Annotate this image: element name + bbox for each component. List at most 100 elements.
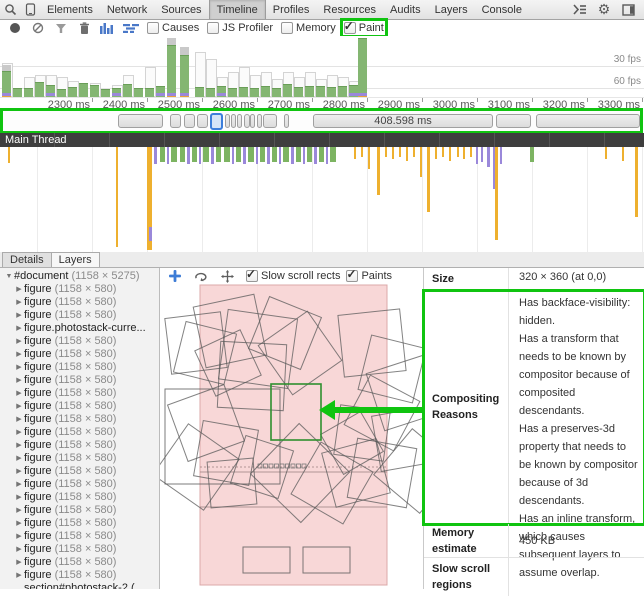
checkbox-box[interactable] [344,22,356,34]
tree-item-figure[interactable]: ▶figure (1158 × 580) [0,283,159,296]
frame-item[interactable] [231,114,236,128]
console-drawer-icon[interactable] [568,4,592,15]
tab-sources[interactable]: Sources [154,0,208,19]
tree-item-figure[interactable]: ▶figure (1158 × 580) [0,504,159,517]
tab-timeline[interactable]: Timeline [209,0,266,19]
tree-item-figure[interactable]: ▶figure (1158 × 580) [0,309,159,322]
checkbox-paint[interactable]: Paint [344,22,384,34]
tree-item-figure[interactable]: ▶figure (1158 × 580) [0,387,159,400]
filter-button[interactable] [53,23,69,34]
tab-console[interactable]: Console [475,0,529,19]
expand-arrow-icon[interactable]: ▶ [14,530,24,543]
frame-item[interactable] [210,113,223,130]
tree-item-figure[interactable]: ▶figure (1158 × 580) [0,335,159,348]
checkbox-box[interactable] [346,270,358,282]
tree-item-section#photostack-2...[interactable]: section#photostack-2 (... [0,582,159,589]
rotate-mode-icon[interactable] [194,271,208,282]
tree-item-figure[interactable]: ▶figure (1158 × 580) [0,543,159,556]
frame-item[interactable] [257,114,262,128]
expand-arrow-icon[interactable]: ▶ [14,387,24,400]
expand-arrow-icon[interactable]: ▶ [14,413,24,426]
frame-item[interactable] [496,114,531,128]
tree-item-figure[interactable]: ▶figure (1158 × 580) [0,452,159,465]
tree-item-figure[interactable]: ▶figure (1158 × 580) [0,374,159,387]
move-mode-icon[interactable] [220,270,234,283]
device-mode-icon[interactable] [20,0,40,19]
expand-arrow-icon[interactable]: ▶ [14,426,24,439]
frame-item[interactable] [184,114,195,128]
expand-arrow-icon[interactable]: ▶ [14,491,24,504]
tree-item-#document[interactable]: ▼#document (1158 × 5275) [0,270,159,283]
tree-item-figure[interactable]: ▶figure (1158 × 580) [0,491,159,504]
timeline-overview[interactable]: 30 fps 60 fps [0,36,644,97]
expand-arrow-icon[interactable]: ▶ [14,322,24,335]
layer-visualization[interactable] [160,284,423,589]
expand-arrow-icon[interactable]: ▶ [14,569,24,582]
expand-arrow-icon[interactable]: ▶ [14,296,24,309]
main-thread-flame-chart[interactable] [0,147,644,253]
checkbox-box[interactable] [281,22,293,34]
tree-item-figure[interactable]: ▶figure (1158 × 580) [0,465,159,478]
tab-network[interactable]: Network [100,0,154,19]
expand-arrow-icon[interactable]: ▶ [14,400,24,413]
flame-chart-view-icon[interactable] [122,23,140,34]
frame-item-labeled[interactable]: 408.598 ms [313,114,493,128]
expand-arrow-icon[interactable]: ▶ [14,452,24,465]
tab-profiles[interactable]: Profiles [266,0,317,19]
tab-audits[interactable]: Audits [383,0,428,19]
expand-arrow-icon[interactable]: ▶ [14,348,24,361]
checkbox-box[interactable] [246,270,258,282]
tree-item-figure[interactable]: ▶figure (1158 × 580) [0,296,159,309]
expand-arrow-icon[interactable]: ▶ [14,543,24,556]
tab-layers[interactable]: Layers [428,0,475,19]
frames-strip[interactable]: 408.598 ms [3,111,640,131]
clear-button[interactable] [30,22,46,34]
inspect-element-icon[interactable] [0,0,20,19]
tree-item-figure[interactable]: ▶figure (1158 × 580) [0,361,159,374]
frame-item[interactable] [250,114,255,128]
settings-gear-icon[interactable]: ⚙ [592,1,616,18]
expand-arrow-icon[interactable]: ▶ [14,283,24,296]
frame-item[interactable] [197,114,208,128]
garbage-collect-icon[interactable] [76,22,92,35]
expand-arrow-icon[interactable]: ▶ [14,465,24,478]
tree-item-figure[interactable]: ▶figure (1158 × 580) [0,413,159,426]
tree-item-figure[interactable]: ▶figure (1158 × 580) [0,400,159,413]
tree-item-figure[interactable]: ▶figure (1158 × 580) [0,569,159,582]
tree-item-figure.photostack-curre...[interactable]: ▶figure.photostack-curre... [0,322,159,335]
checkbox-slow-scroll-rects[interactable]: Slow scroll rects [246,270,340,282]
layer-tree[interactable]: ▼#document (1158 × 5275)▶figure (1158 × … [0,268,160,589]
pan-mode-icon[interactable] [168,270,182,282]
frame-item[interactable] [536,114,640,128]
expand-arrow-icon[interactable]: ▶ [14,361,24,374]
tab-elements[interactable]: Elements [40,0,100,19]
tab-details[interactable]: Details [2,252,52,267]
tree-item-figure[interactable]: ▶figure (1158 × 580) [0,517,159,530]
expand-arrow-open-icon[interactable]: ▼ [4,270,14,283]
tab-resources[interactable]: Resources [316,0,383,19]
expand-arrow-icon[interactable]: ▶ [14,335,24,348]
checkbox-paints[interactable]: Paints [346,270,392,282]
checkbox-box[interactable] [207,22,219,34]
checkbox-box[interactable] [147,22,159,34]
expand-arrow-icon[interactable]: ▶ [14,556,24,569]
expand-arrow-icon[interactable]: ▶ [14,504,24,517]
tree-item-figure[interactable]: ▶figure (1158 × 580) [0,426,159,439]
frame-item[interactable] [225,114,230,128]
tree-item-figure[interactable]: ▶figure (1158 × 580) [0,556,159,569]
record-button[interactable] [7,22,23,34]
frame-item[interactable] [170,114,181,128]
expand-arrow-icon[interactable]: ▶ [14,439,24,452]
frame-item[interactable] [237,114,242,128]
tab-layers[interactable]: Layers [51,252,100,267]
tree-item-figure[interactable]: ▶figure (1158 × 580) [0,478,159,491]
expand-arrow-icon[interactable]: ▶ [14,309,24,322]
frame-item[interactable] [118,114,163,128]
checkbox-js-profiler[interactable]: JS Profiler [207,22,273,34]
expand-arrow-icon[interactable]: ▶ [14,374,24,387]
tree-item-figure[interactable]: ▶figure (1158 × 580) [0,530,159,543]
checkbox-memory[interactable]: Memory [281,22,336,34]
checkbox-causes[interactable]: Causes [147,22,199,34]
tree-item-figure[interactable]: ▶figure (1158 × 580) [0,348,159,361]
frames-view-icon[interactable] [99,22,115,34]
